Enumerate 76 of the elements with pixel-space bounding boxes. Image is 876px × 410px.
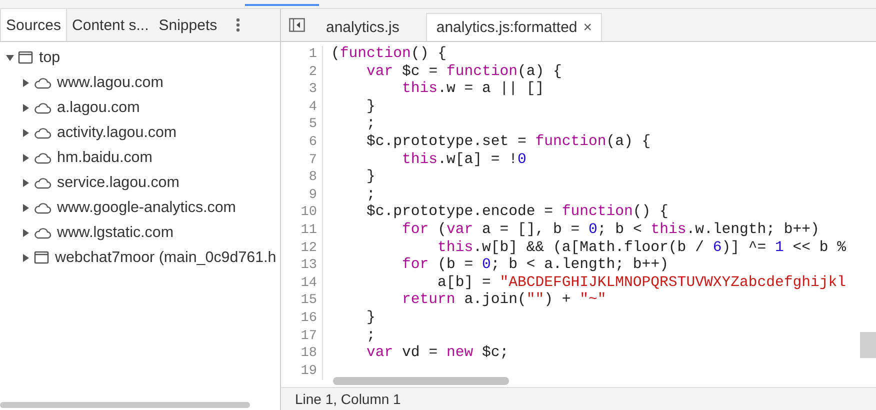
code-line: var vd = new $c; xyxy=(366,345,509,363)
code-line: for (b = 0; b < a.length; b++) xyxy=(401,257,668,275)
collapsed-arrow-icon[interactable] xyxy=(22,104,30,112)
line-number: 16 xyxy=(281,310,323,328)
sidebar-toggle-icon[interactable] xyxy=(289,18,305,32)
line-number: 3 xyxy=(281,81,323,99)
code-line: this.w[a] = !0 xyxy=(401,152,526,170)
code-line: } xyxy=(366,169,376,187)
cloud-icon xyxy=(34,226,51,238)
collapsed-arrow-icon[interactable] xyxy=(22,128,30,136)
line-number: 8 xyxy=(281,169,323,187)
line-number: 10 xyxy=(281,204,323,222)
line-number: 4 xyxy=(281,98,323,116)
frame-icon xyxy=(34,251,49,264)
cloud-icon xyxy=(34,176,51,188)
code-line: } xyxy=(366,98,376,116)
tree-item[interactable]: a.lagou.com xyxy=(57,99,140,116)
navigator-tab[interactable]: Sources xyxy=(0,9,68,41)
code-line: this.w = a || [] xyxy=(401,81,544,99)
tree-item[interactable]: www.lgstatic.com xyxy=(57,224,174,241)
tree-item[interactable]: webchat7moor (main_0c9d761.h xyxy=(55,249,276,266)
close-tab-button[interactable]: × xyxy=(583,19,592,36)
line-number: 13 xyxy=(281,257,323,275)
file-tab[interactable]: analytics.js:formatted × xyxy=(426,13,602,41)
tree-item[interactable]: activity.lagou.com xyxy=(57,124,177,141)
tree-item[interactable]: www.lagou.com xyxy=(57,74,164,91)
code-line: var $c = function(a) { xyxy=(366,64,562,81)
collapsed-arrow-icon[interactable] xyxy=(22,254,30,262)
scrollbar-thumb[interactable] xyxy=(860,332,876,358)
code-line: a[b] = "ABCDEFGHIJKLMNOPQRSTUVWXYZabcdefghijkl xyxy=(436,274,846,292)
more-icon[interactable] xyxy=(236,18,240,32)
code-line: ; xyxy=(366,116,376,134)
line-number: 15 xyxy=(281,292,323,310)
code-line: $c.prototype.set = function(a) { xyxy=(366,134,651,152)
line-number: 2 xyxy=(281,64,323,82)
line-number: 12 xyxy=(281,240,323,258)
code-line: ; xyxy=(366,186,376,204)
navigator-tab[interactable]: Content s... xyxy=(67,9,154,41)
collapsed-arrow-icon[interactable] xyxy=(22,204,30,212)
cloud-icon xyxy=(34,126,51,138)
scrollbar-thumb[interactable] xyxy=(0,402,250,408)
code-line: for (var a = [], b = 0; b < this.w.length; b++) xyxy=(401,222,820,240)
line-number: 14 xyxy=(281,274,323,292)
scrollbar-thumb[interactable] xyxy=(333,377,509,385)
expanded-arrow-icon[interactable] xyxy=(6,54,14,62)
line-number: 19 xyxy=(281,362,323,380)
frame-icon xyxy=(18,51,33,64)
cloud-icon xyxy=(34,152,51,164)
line-number: 9 xyxy=(281,186,323,204)
code-line: return a.join("") + "~" xyxy=(401,292,606,310)
code-line: this.w[b] && (a[Math.floor(b / 6)] ^= 1 << b % xyxy=(436,240,846,257)
code-line: $c.prototype.encode = function() { xyxy=(366,204,668,222)
cloud-icon xyxy=(34,202,51,214)
line-number: 5 xyxy=(281,116,323,134)
navigator-tab[interactable]: Snippets xyxy=(154,9,222,41)
file-tab[interactable]: analytics.js xyxy=(317,14,408,41)
collapsed-arrow-icon[interactable] xyxy=(22,228,30,236)
code-line: } xyxy=(366,310,376,328)
code-line: ; xyxy=(366,328,376,346)
collapsed-arrow-icon[interactable] xyxy=(22,178,30,186)
line-number: 6 xyxy=(281,134,323,152)
line-number: 1 xyxy=(281,46,323,64)
tree-item[interactable]: top xyxy=(39,49,60,66)
tree-item[interactable]: www.google-analytics.com xyxy=(57,199,236,216)
cloud-icon xyxy=(34,102,51,114)
collapsed-arrow-icon[interactable] xyxy=(22,154,30,162)
cloud-icon xyxy=(34,76,51,88)
line-number: 18 xyxy=(281,345,323,363)
line-number: 7 xyxy=(281,152,323,170)
line-number: 17 xyxy=(281,328,323,346)
tree-item[interactable]: service.lagou.com xyxy=(57,174,180,191)
collapsed-arrow-icon[interactable] xyxy=(22,78,30,86)
code-line: (function() { xyxy=(331,46,446,64)
tree-item[interactable]: hm.baidu.com xyxy=(57,149,152,166)
line-number: 11 xyxy=(281,222,323,240)
cursor-position: Line 1, Column 1 xyxy=(295,391,401,407)
